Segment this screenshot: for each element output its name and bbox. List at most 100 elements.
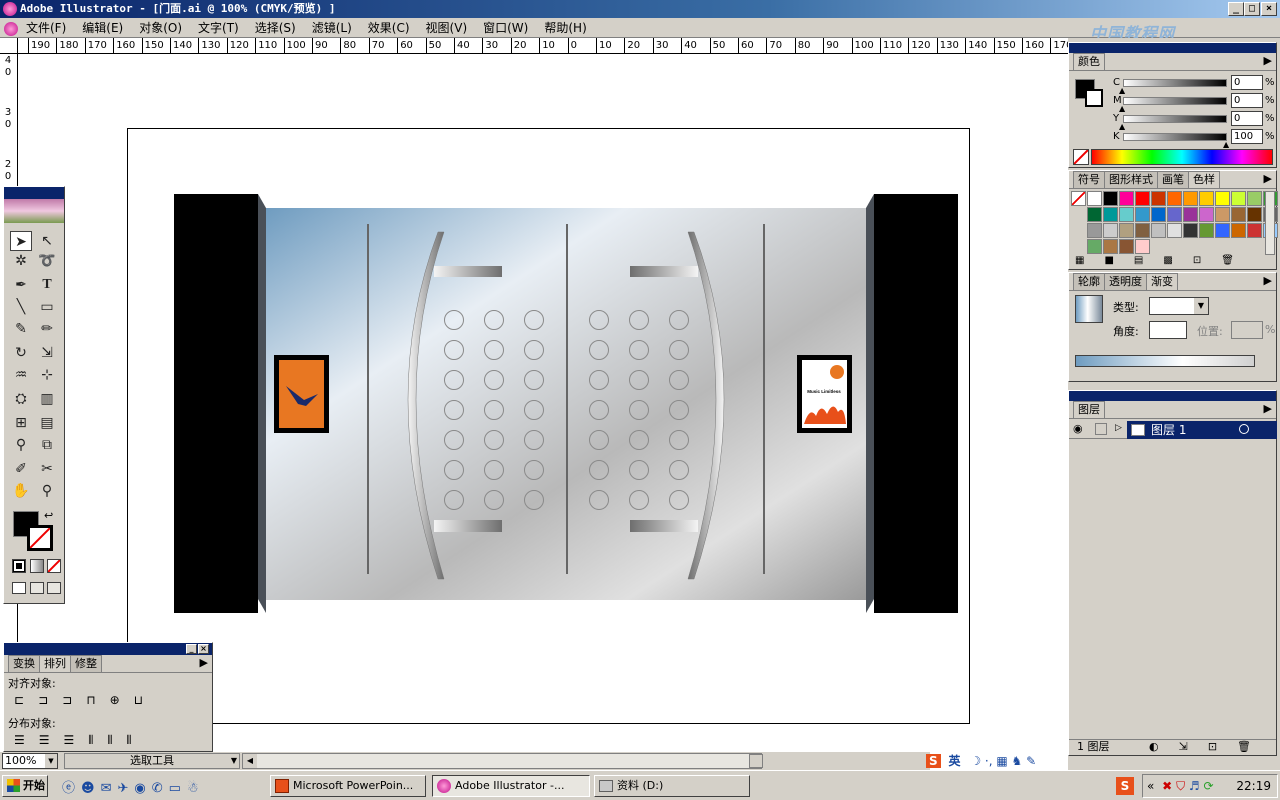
symbol-sprayer-icon[interactable]: ⛭ xyxy=(10,389,32,409)
full-screen-mode-icon[interactable] xyxy=(47,582,61,594)
maximize-button[interactable]: □ xyxy=(1244,2,1260,16)
cmyk-slider-thumb[interactable]: ▲ xyxy=(1119,87,1125,95)
color-swatch[interactable] xyxy=(1135,207,1150,222)
tray-network-icon[interactable]: ✖ xyxy=(1162,779,1172,793)
type-tool-icon[interactable]: T xyxy=(36,275,58,295)
cmyk-value-c[interactable]: 0 xyxy=(1231,75,1263,90)
layer-name-cell[interactable]: 图层 1 xyxy=(1127,421,1277,439)
rectangle-tool-icon[interactable]: ▭ xyxy=(36,297,58,317)
layer-target-circle[interactable] xyxy=(1239,424,1249,434)
slice-tool-icon[interactable]: ✐ xyxy=(10,459,32,479)
start-button[interactable]: 开始 xyxy=(2,775,48,797)
ie-icon[interactable]: ⓔ xyxy=(62,781,81,796)
task-explorer[interactable]: 资料 (D:) xyxy=(594,775,750,797)
gradient-angle-input[interactable] xyxy=(1149,321,1187,339)
align-panel-close[interactable]: × xyxy=(198,644,209,654)
cmyk-slider-c[interactable] xyxy=(1123,79,1227,87)
outlook-icon[interactable]: ✉ xyxy=(101,781,118,796)
color-swatch[interactable] xyxy=(1087,223,1102,238)
color-swatch[interactable] xyxy=(1135,191,1150,206)
show-pattern-swatches-icon[interactable]: ▩ xyxy=(1163,255,1192,266)
rotate-tool-icon[interactable]: ↻ xyxy=(10,343,32,363)
new-swatch-icon[interactable]: ⊡ xyxy=(1193,255,1221,266)
gradient-preview[interactable] xyxy=(1075,295,1103,323)
menu-select[interactable]: 选择(S) xyxy=(255,21,296,35)
horizontal-ruler[interactable]: 190 180 170 160 150 140 130 120 110 100 90 80 70 60 50… xyxy=(18,38,1068,54)
color-swatch[interactable] xyxy=(1151,223,1166,238)
swatch-scrollbar[interactable] xyxy=(1265,191,1275,255)
delete-layer-icon[interactable]: 🗑 xyxy=(1237,740,1271,753)
cmyk-value-y[interactable]: 0 xyxy=(1231,111,1263,126)
align-panel-menu-icon[interactable]: ▶ xyxy=(200,655,208,671)
color-swatch[interactable] xyxy=(1215,191,1230,206)
close-button[interactable]: × xyxy=(1261,2,1277,16)
distribute-right-icon[interactable]: ⫴ xyxy=(126,733,145,747)
scale-tool-icon[interactable]: ⇲ xyxy=(36,343,58,363)
color-swatch[interactable] xyxy=(1119,239,1134,254)
free-transform-icon[interactable]: ⊹ xyxy=(36,365,58,385)
gradient-tool-icon[interactable]: ▤ xyxy=(36,413,58,433)
make-clipping-mask-icon[interactable]: ◐ xyxy=(1149,740,1179,753)
mesh-tool-icon[interactable]: ⊞ xyxy=(10,413,32,433)
chevron-down-icon[interactable]: ▼ xyxy=(1194,298,1208,314)
color-swatch[interactable] xyxy=(1087,207,1102,222)
sogou-ime-icon[interactable]: S xyxy=(926,754,941,768)
color-swatch[interactable] xyxy=(1231,223,1246,238)
color-swatch[interactable] xyxy=(1103,223,1118,238)
align-bottom-icon[interactable]: ⊔ xyxy=(134,693,157,707)
color-swatch[interactable] xyxy=(1135,223,1150,238)
direct-selection-tool-icon[interactable]: ↖ xyxy=(36,231,58,251)
color-swatch[interactable] xyxy=(1183,191,1198,206)
sogou-tray-icon[interactable]: S xyxy=(1116,777,1134,795)
cmyk-slider-y[interactable] xyxy=(1123,115,1227,123)
menu-view[interactable]: 视图(V) xyxy=(426,21,468,35)
menu-edit[interactable]: 编辑(E) xyxy=(82,21,123,35)
menu-filter[interactable]: 滤镜(L) xyxy=(312,21,352,35)
eye-visibility-icon[interactable]: ◉ xyxy=(1073,422,1083,435)
zoom-level-field[interactable]: 100% ▼ xyxy=(2,753,58,769)
storefront-artwork[interactable]: Music Limitless xyxy=(258,194,874,613)
color-swatch[interactable] xyxy=(1167,207,1182,222)
show-all-swatches-icon[interactable]: ▦ xyxy=(1075,255,1104,266)
layers-panel-title[interactable] xyxy=(1069,391,1276,401)
tab-graphic-styles[interactable]: 图形样式 xyxy=(1104,171,1158,188)
gradient-slider-bar[interactable] xyxy=(1075,355,1255,367)
distribute-hcenter-icon[interactable]: ⫴ xyxy=(107,733,126,747)
graph-tool-icon[interactable]: ▥ xyxy=(36,389,58,409)
document-icon[interactable] xyxy=(4,21,18,36)
color-swatch[interactable] xyxy=(1183,207,1198,222)
tab-stroke[interactable]: 轮廓 xyxy=(1073,273,1105,290)
color-swatch[interactable] xyxy=(1199,223,1214,238)
illustrator-app-icon[interactable] xyxy=(3,2,17,16)
show-desktop-icon[interactable]: ▭ xyxy=(169,781,187,796)
color-swatch[interactable] xyxy=(1151,207,1166,222)
magic-wand-icon[interactable]: ✲ xyxy=(10,251,32,271)
cmyk-slider-thumb[interactable]: ▲ xyxy=(1119,123,1125,131)
standard-screen-mode-icon[interactable] xyxy=(12,582,26,594)
align-right-icon[interactable]: ⊐ xyxy=(62,693,86,707)
mail-icon[interactable]: ✆ xyxy=(152,781,169,796)
ime-language[interactable]: 英 xyxy=(948,754,960,768)
none-mode-icon[interactable] xyxy=(47,559,61,573)
scroll-left-arrow[interactable]: ◀ xyxy=(243,754,257,768)
zoom-dropdown-icon[interactable]: ▼ xyxy=(45,754,57,768)
new-sublayer-icon[interactable]: ⇲ xyxy=(1179,740,1208,753)
color-swatch[interactable] xyxy=(1199,191,1214,206)
show-gradient-swatches-icon[interactable]: ▤ xyxy=(1134,255,1163,266)
tab-symbols[interactable]: 符号 xyxy=(1073,171,1105,188)
tab-align[interactable]: 排列 xyxy=(39,655,71,672)
swap-fill-stroke-icon[interactable]: ↩ xyxy=(44,509,53,522)
right-black-pillar[interactable] xyxy=(874,194,958,613)
align-left-icon[interactable]: ⊏ xyxy=(14,693,38,707)
color-swatch[interactable] xyxy=(1215,207,1230,222)
tab-brushes[interactable]: 画笔 xyxy=(1157,171,1189,188)
color-swatch[interactable] xyxy=(1119,207,1134,222)
align-hcenter-icon[interactable]: ⊐ xyxy=(38,693,62,707)
cmyk-slider-m[interactable] xyxy=(1123,97,1227,105)
distribute-vcenter-icon[interactable]: ☰ xyxy=(39,733,64,747)
new-layer-icon[interactable]: ⊡ xyxy=(1208,740,1237,753)
lasso-icon[interactable]: ➰ xyxy=(36,251,58,271)
ruler-origin[interactable] xyxy=(0,38,18,54)
align-vcenter-icon[interactable]: ⊕ xyxy=(110,693,134,707)
color-swatch[interactable] xyxy=(1231,191,1246,206)
